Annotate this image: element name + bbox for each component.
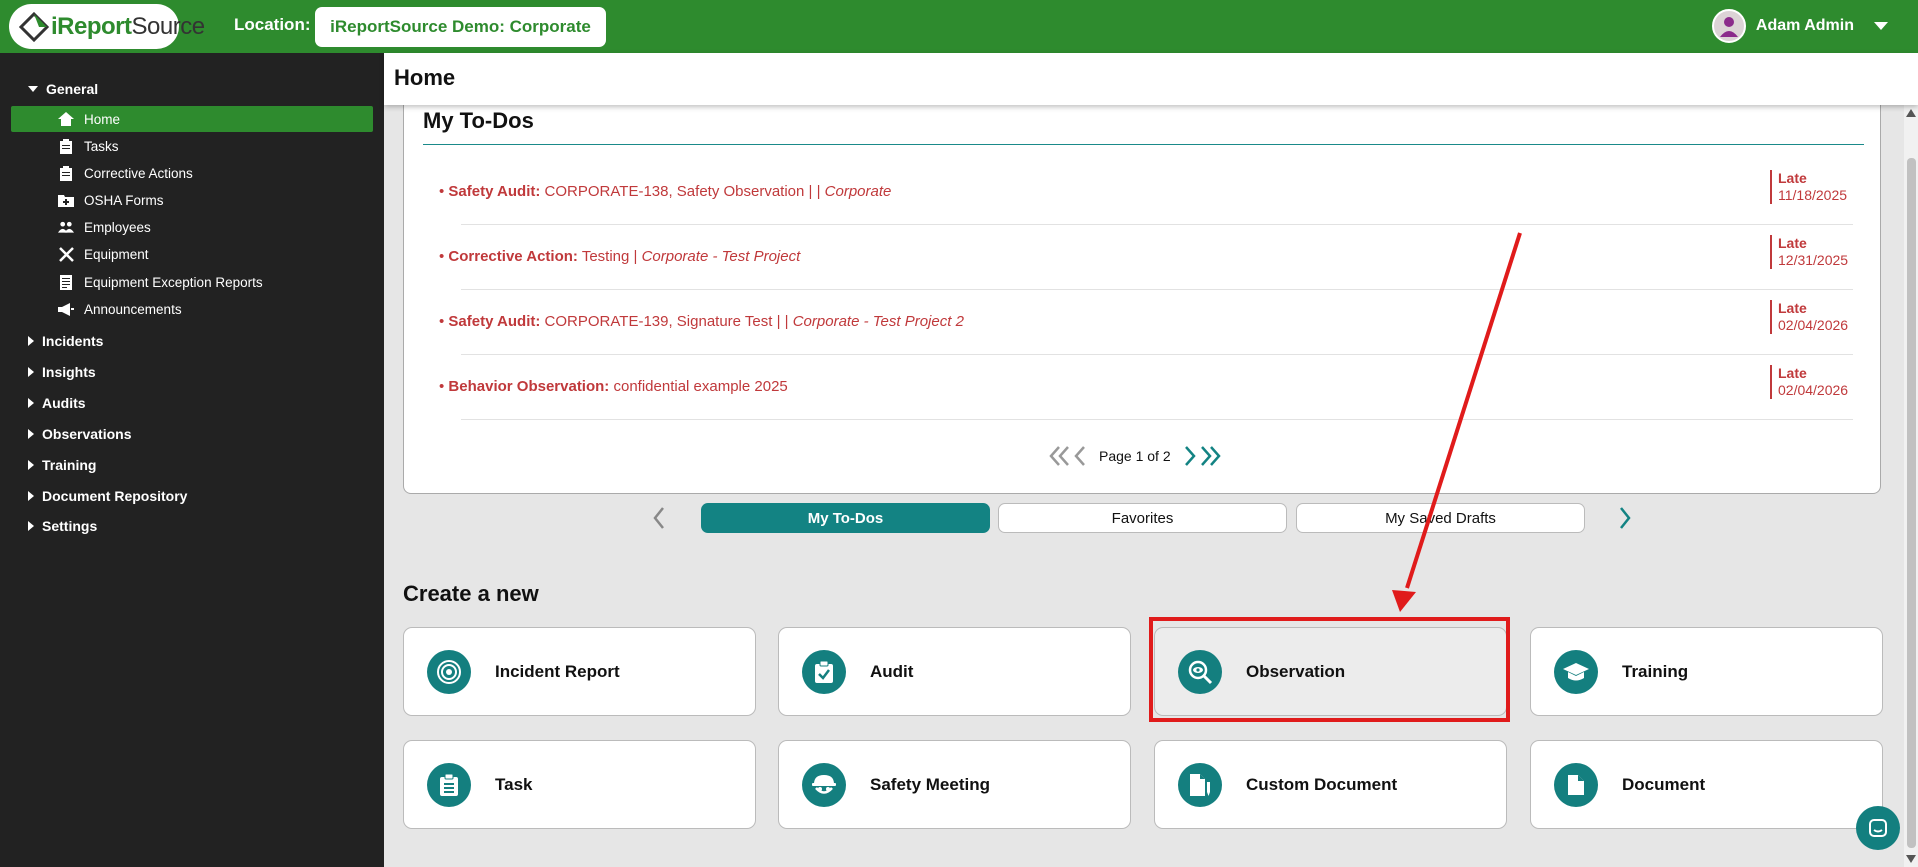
create-safety-meeting-button[interactable]: Safety Meeting	[778, 740, 1131, 829]
sidebar-item-tasks[interactable]: Tasks	[11, 133, 373, 159]
caret-right-icon	[28, 367, 34, 377]
sidebar-item-home[interactable]: Home	[11, 106, 373, 132]
first-page-icon[interactable]	[1049, 445, 1071, 467]
divider	[423, 144, 1864, 145]
sidebar-item-corrective-actions[interactable]: Corrective Actions	[11, 160, 373, 186]
last-page-icon[interactable]	[1199, 445, 1221, 467]
next-page-icon[interactable]	[1183, 445, 1197, 467]
sidebar-item-equipment[interactable]: Equipment	[11, 241, 373, 267]
clipboard-list-icon	[427, 762, 471, 807]
caret-right-icon	[28, 460, 34, 470]
prev-page-icon[interactable]	[1073, 445, 1087, 467]
highlight-box	[1149, 617, 1510, 722]
caret-right-icon	[28, 398, 34, 408]
document-icon	[1554, 762, 1598, 807]
sidebar-group-insights[interactable]: Insights	[28, 364, 96, 380]
clipboard-icon	[58, 165, 74, 181]
due-status: Late 11/18/2025	[1770, 170, 1847, 204]
chat-launcher-button[interactable]	[1856, 806, 1900, 850]
caret-right-icon	[28, 491, 34, 501]
logo-mark-icon	[19, 11, 49, 42]
home-icon	[58, 111, 74, 127]
create-training-button[interactable]: Training	[1530, 627, 1883, 716]
folder-plus-icon	[58, 192, 74, 208]
hard-hat-icon	[802, 762, 846, 807]
clipboard-check-icon	[802, 649, 846, 694]
users-icon	[58, 219, 74, 235]
location-label: Location:	[234, 15, 311, 34]
caret-down-icon	[28, 86, 38, 92]
scroll-down-icon[interactable]	[1906, 855, 1916, 863]
chat-icon	[1869, 819, 1887, 837]
megaphone-icon	[58, 301, 74, 317]
scrollbar-thumb[interactable]	[1907, 158, 1916, 848]
top-bar: iReportSource Location: iReportSource De…	[0, 0, 1918, 53]
page-title: Home	[394, 65, 456, 90]
create-task-button[interactable]: Task	[403, 740, 756, 829]
create-incident-report-button[interactable]: Incident Report	[403, 627, 756, 716]
due-status: Late 12/31/2025	[1770, 235, 1848, 269]
tools-icon	[58, 246, 74, 262]
create-audit-button[interactable]: Audit	[778, 627, 1131, 716]
sidebar-group-settings[interactable]: Settings	[28, 518, 97, 534]
sidebar-group-audits[interactable]: Audits	[28, 395, 86, 411]
user-menu[interactable]: Adam Admin	[1711, 9, 1888, 43]
target-icon	[427, 649, 471, 694]
todo-item[interactable]: • Safety Audit: CORPORATE-139, Signature…	[439, 290, 1853, 355]
tab-next-arrow[interactable]	[1618, 506, 1632, 530]
todo-title: My To-Dos	[423, 108, 534, 133]
sidebar-group-general[interactable]: General	[28, 81, 98, 97]
caret-right-icon	[28, 336, 34, 346]
page-header: Home	[384, 53, 1918, 105]
sidebar-item-announcements[interactable]: Announcements	[11, 296, 373, 322]
sidebar-group-incidents[interactable]: Incidents	[28, 333, 103, 349]
location-selector[interactable]: iReportSource Demo: Corporate	[315, 7, 606, 47]
sidebar-item-employees[interactable]: Employees	[11, 214, 373, 240]
due-status: Late 02/04/2026	[1770, 300, 1848, 334]
user-name: Adam Admin	[1755, 17, 1854, 34]
create-new-heading: Create a new	[403, 581, 539, 606]
sidebar-group-observations[interactable]: Observations	[28, 426, 131, 442]
todo-item[interactable]: • Behavior Observation: confidential exa…	[439, 355, 1853, 420]
tab-prev-arrow[interactable]	[652, 506, 666, 530]
app-logo[interactable]: iReportSource	[9, 4, 205, 49]
tab-my-saved-drafts[interactable]: My Saved Drafts	[1296, 503, 1585, 533]
todo-item[interactable]: • Corrective Action: Testing | Corporate…	[439, 225, 1853, 290]
todo-card: My To-Dos • Safety Audit: CORPORATE-138,…	[403, 95, 1881, 494]
caret-right-icon	[28, 521, 34, 531]
sidebar-group-document-repository[interactable]: Document Repository	[28, 488, 187, 504]
page-indicator: Page 1 of 2	[1099, 448, 1171, 464]
pagination: Page 1 of 2	[1049, 445, 1221, 467]
chevron-down-icon[interactable]	[1874, 22, 1888, 30]
create-custom-document-button[interactable]: Custom Document	[1154, 740, 1507, 829]
tab-my-todos[interactable]: My To-Dos	[701, 503, 990, 533]
sidebar-item-osha-forms[interactable]: OSHA Forms	[11, 187, 373, 213]
custom-doc-icon	[1178, 762, 1222, 807]
caret-right-icon	[28, 429, 34, 439]
sidebar: General Home Tasks Corrective Actions OS…	[0, 53, 384, 867]
report-icon	[58, 274, 74, 290]
clipboard-icon	[58, 138, 74, 154]
sidebar-item-equipment-exception-reports[interactable]: Equipment Exception Reports	[11, 269, 373, 295]
due-status: Late 02/04/2026	[1770, 365, 1848, 399]
sidebar-group-training[interactable]: Training	[28, 457, 96, 473]
scroll-up-icon[interactable]	[1906, 109, 1916, 117]
tab-favorites[interactable]: Favorites	[998, 503, 1287, 533]
todo-item[interactable]: • Safety Audit: CORPORATE-138, Safety Ob…	[439, 160, 1853, 225]
avatar	[1711, 9, 1746, 43]
create-document-button[interactable]: Document	[1530, 740, 1883, 829]
graduation-cap-icon	[1554, 649, 1598, 694]
